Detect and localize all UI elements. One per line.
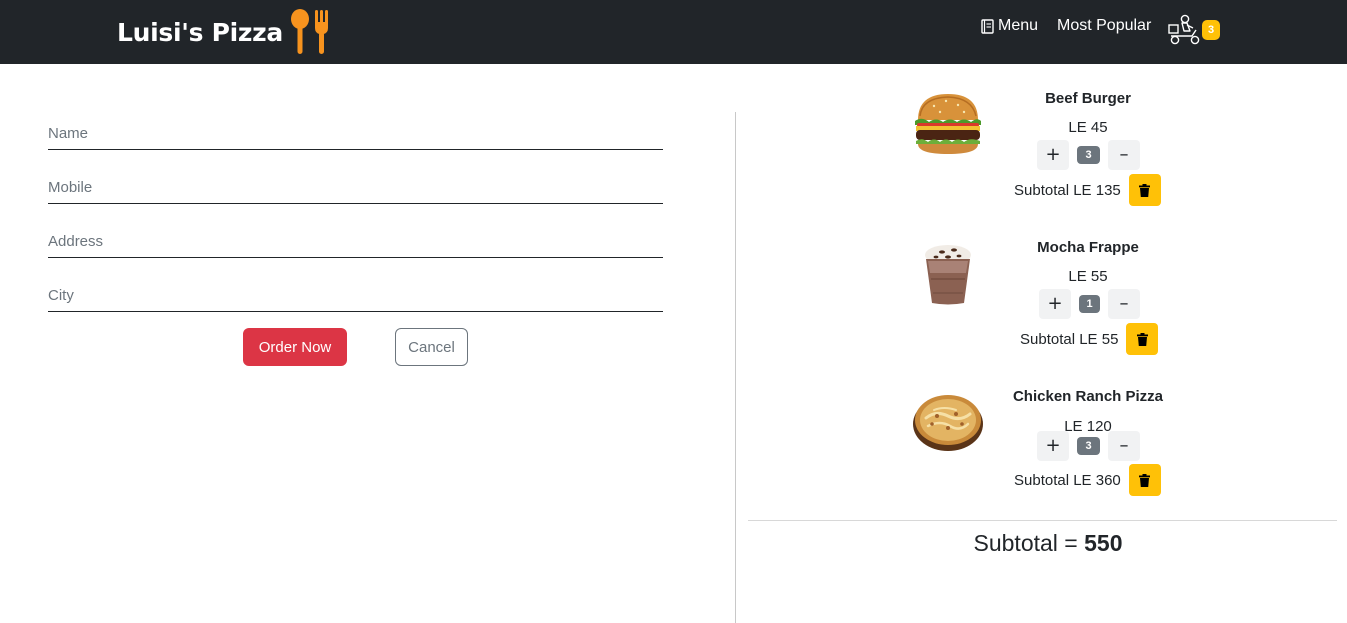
name-field[interactable] — [48, 112, 663, 150]
trash-icon — [1136, 332, 1148, 346]
item-subtotal-row: Subtotal LE 360 — [1014, 464, 1161, 496]
city-field[interactable] — [48, 274, 663, 312]
item-subtotal-row: Subtotal LE 55 — [1020, 323, 1159, 355]
item-subtotal: Subtotal LE 135 — [1014, 181, 1121, 199]
spoon-fork-logo-icon — [289, 8, 331, 56]
item-price: LE 55 — [1068, 268, 1108, 285]
trash-icon — [1139, 473, 1151, 487]
cart-total-label: Subtotal = — [973, 530, 1085, 556]
address-field[interactable] — [48, 220, 663, 258]
cancel-button[interactable]: Cancel — [395, 328, 468, 366]
quantity-stepper: + 3 – — [1037, 140, 1141, 170]
pizza-image — [913, 395, 983, 451]
increase-qty-button[interactable]: + — [1039, 289, 1071, 319]
cart-total-value: 550 — [1084, 530, 1123, 556]
nav-link-most-popular[interactable]: Most Popular — [1057, 17, 1151, 35]
decrease-qty-button[interactable]: – — [1108, 140, 1140, 170]
decrease-qty-button[interactable]: – — [1108, 431, 1140, 461]
trash-icon — [1139, 183, 1151, 197]
decrease-qty-button[interactable]: – — [1108, 289, 1140, 319]
cart-total: Subtotal = 550 — [748, 530, 1347, 557]
burger-image — [915, 94, 981, 154]
frappe-image — [925, 245, 971, 305]
brand-name: Luisi's Pizza — [117, 17, 283, 47]
item-subtotal-row: Subtotal LE 135 — [1014, 174, 1161, 206]
cart-count-badge: 3 — [1202, 20, 1221, 40]
item-name: Mocha Frappe — [1037, 239, 1139, 256]
quantity-badge: 1 — [1079, 295, 1100, 313]
item-price: LE 45 — [1068, 119, 1108, 136]
order-now-button[interactable]: Order Now — [243, 328, 347, 366]
vertical-divider — [735, 112, 736, 623]
delete-item-button[interactable] — [1128, 174, 1161, 206]
increase-qty-button[interactable]: + — [1037, 431, 1069, 461]
quantity-badge: 3 — [1077, 146, 1100, 164]
quantity-badge: 3 — [1077, 437, 1100, 455]
cart-item: Beef Burger LE 45 + 3 – Subtotal LE 135 — [900, 72, 1200, 212]
nav-link-menu-label: Menu — [998, 17, 1039, 34]
cart-divider — [748, 520, 1337, 521]
delete-item-button[interactable] — [1126, 323, 1159, 355]
brand-link[interactable]: Luisi's Pizza — [117, 8, 331, 56]
nav-link-menu[interactable]: Menu — [981, 17, 1038, 35]
quantity-stepper: + 3 – — [1037, 431, 1141, 461]
cart-button[interactable]: 3 — [1168, 14, 1228, 46]
cart-item: Mocha Frappe LE 55 + 1 – Subtotal LE 55 — [900, 221, 1200, 361]
increase-qty-button[interactable]: + — [1037, 140, 1069, 170]
item-name: Beef Burger — [1045, 90, 1131, 107]
navbar: Luisi's Pizza Menu Most Popular 3 — [0, 0, 1347, 64]
cart-item: Chicken Ranch Pizza LE 120 + 3 – Subtota… — [900, 370, 1200, 510]
item-subtotal: Subtotal LE 55 — [1020, 330, 1119, 348]
item-name: Chicken Ranch Pizza — [1012, 388, 1164, 405]
quantity-stepper: + 1 – — [1039, 289, 1143, 319]
delete-item-button[interactable] — [1128, 464, 1161, 496]
mobile-field[interactable] — [48, 166, 663, 204]
book-icon — [981, 18, 994, 34]
item-subtotal: Subtotal LE 360 — [1014, 471, 1121, 489]
delivery-scooter-icon — [1168, 14, 1200, 45]
